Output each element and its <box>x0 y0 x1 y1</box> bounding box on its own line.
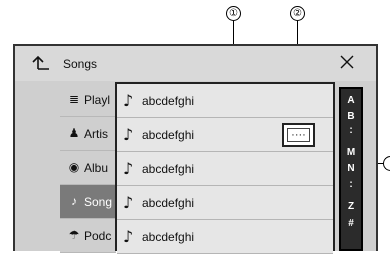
index-letter[interactable]: A <box>339 95 363 106</box>
sidebar-item-label: Song <box>84 195 113 209</box>
list-item[interactable]: ♪ abcdefghi <box>117 152 333 186</box>
page-title: Songs <box>63 57 98 71</box>
list-item[interactable]: ♪ abcdefghi <box>117 220 333 254</box>
callout-1: ① <box>226 6 241 21</box>
index-separator: : <box>349 125 353 136</box>
list-item[interactable]: ♪ abcdefghi <box>117 186 333 220</box>
song-title: abcdefghi <box>142 230 195 244</box>
index-letter[interactable]: Z <box>339 201 363 212</box>
music-note-icon: ♪ <box>123 227 134 246</box>
music-note-icon: ♪ <box>123 125 134 144</box>
callout-2: ② <box>290 6 305 21</box>
playlist-icon: ≣ <box>68 92 80 106</box>
sidebar-item-label: Podc <box>84 229 112 243</box>
sidebar-item-label: Artis <box>84 127 108 141</box>
song-title: abcdefghi <box>142 162 195 176</box>
callout-3 <box>383 156 390 171</box>
index-letter[interactable]: # <box>339 218 363 229</box>
close-icon[interactable] <box>337 52 357 72</box>
music-note-icon: ♪ <box>123 159 134 178</box>
sidebar-item-podcasts[interactable]: ☂ Podc <box>60 219 116 253</box>
music-note-icon: ♪ <box>123 91 134 110</box>
sidebar-item-label: Albu <box>84 161 109 175</box>
more-options-button[interactable]: ···· <box>282 123 315 147</box>
index-letter[interactable]: M <box>339 147 363 158</box>
index-separator: : <box>349 179 353 190</box>
song-icon: ♪ <box>71 194 77 208</box>
podcast-icon: ☂ <box>68 228 80 242</box>
song-title: abcdefghi <box>142 128 195 142</box>
sidebar-item-albums[interactable]: ◉ Albu <box>60 151 116 185</box>
sidebar-item-artists[interactable]: ♟ Artis <box>60 117 116 151</box>
back-arrow-icon[interactable] <box>32 54 52 72</box>
sidebar-item-label: Playl <box>84 93 111 107</box>
sidebar-item-playlists[interactable]: ≣ Playl <box>60 83 116 117</box>
album-icon: ◉ <box>68 160 80 174</box>
music-note-icon: ♪ <box>123 193 134 212</box>
artist-icon: ♟ <box>68 126 80 140</box>
song-title: abcdefghi <box>142 196 195 210</box>
index-letter[interactable]: N <box>339 163 363 174</box>
more-dots-icon: ···· <box>287 128 310 142</box>
list-item[interactable]: ♪ abcdefghi <box>117 84 333 118</box>
index-letter[interactable]: B <box>339 111 363 122</box>
sidebar-item-songs[interactable]: ♪ Song <box>60 185 116 219</box>
song-title: abcdefghi <box>142 94 195 108</box>
